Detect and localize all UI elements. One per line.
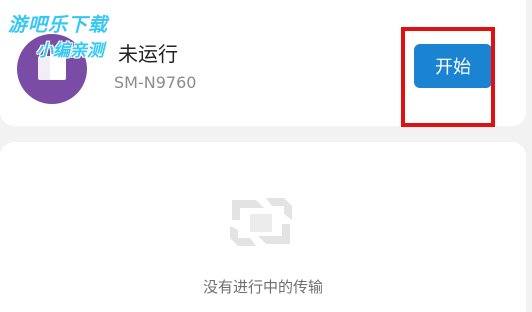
highlight-annotation — [401, 27, 495, 127]
device-name: SM-N9760 — [114, 73, 197, 92]
empty-state-message: 没有进行中的传输 — [202, 278, 323, 296]
watermark-logo: 游吧乐下载 小编亲测 — [8, 10, 168, 66]
watermark-line2: 小编亲测 — [36, 41, 104, 61]
transfer-empty-icon — [230, 198, 292, 246]
transfer-panel: 没有进行中的传输 — [0, 142, 526, 312]
watermark-line1: 游吧乐下载 — [8, 14, 109, 36]
